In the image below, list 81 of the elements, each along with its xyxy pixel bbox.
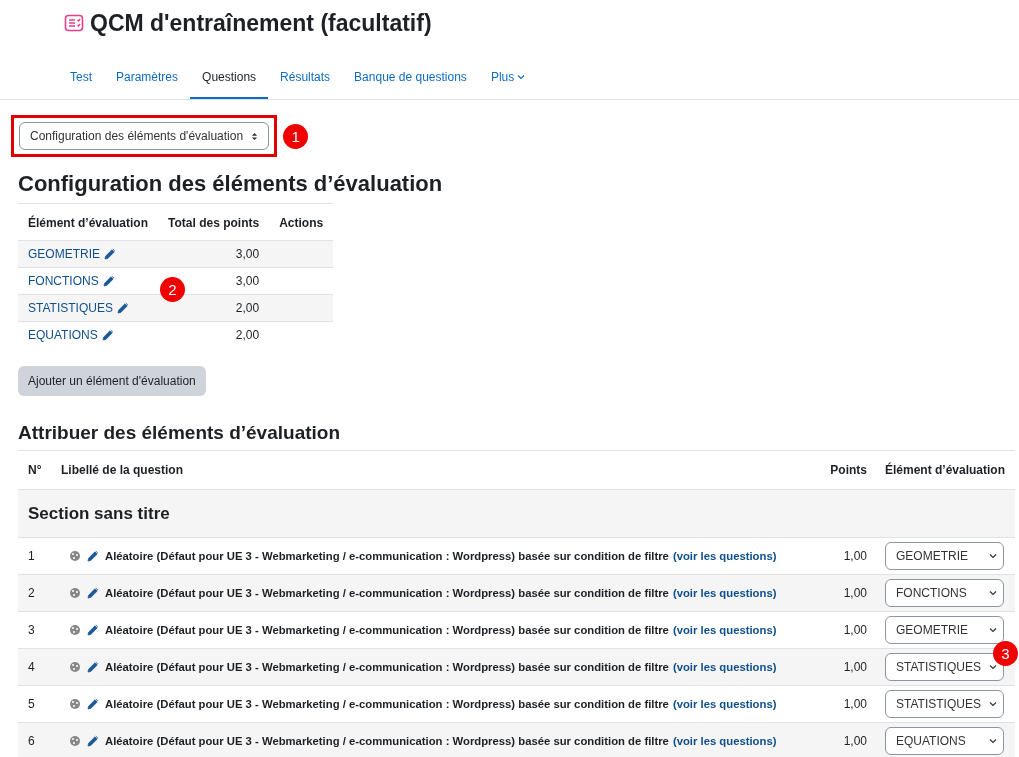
question-number: 2 [27,586,36,600]
points-cell-text: 1,00 [842,549,868,563]
section-heading: Configuration des éléments d’évaluation [18,171,444,197]
column-header: Élément d’évaluation [885,463,1007,477]
dice-icon [69,624,81,636]
question-text: Aléatoire (Défaut pour UE 3 - Webmarketing / e-communication : Wordpress) basée sur condition de filtre [105,587,669,599]
question-text: Aléatoire (Défaut pour UE 3 - Webmarketing / e-communication : Wordpress) basée sur condition de filtre [105,550,669,562]
caret-icon [517,74,526,80]
element-select[interactable]: GEOMETRIE [885,542,1004,570]
pencil-icon[interactable] [87,735,99,747]
question-number: 3 [27,623,36,637]
element-link[interactable]: FONCTIONS [28,274,99,288]
column-header: Libellé de la question [61,463,185,477]
question-text: Aléatoire (Défaut pour UE 3 - Webmarketing / e-communication : Wordpress) basée sur condition de filtre [105,698,669,710]
view-questions-link[interactable]: (voir les questions) [672,698,777,710]
callout-badge: 2 [160,277,185,302]
question-text: Aléatoire (Défaut pour UE 3 - Webmarketing / e-communication : Wordpress) basée sur condition de filtre [105,624,669,636]
dice-icon [69,550,81,562]
callout-badge: 1 [283,123,309,149]
column-header: Actions [269,203,334,241]
question-number: 6 [27,734,36,748]
element-select[interactable]: GEOMETRIE [885,616,1004,644]
dice-icon [69,587,81,599]
nav-tab[interactable]: Paramètres [104,60,191,99]
pencil-icon[interactable] [101,329,114,341]
view-questions-link[interactable]: (voir les questions) [672,661,777,673]
nav-tab[interactable]: Test [58,60,104,99]
chevron-icon [989,590,997,596]
question-text: Aléatoire (Défaut pour UE 3 - Webmarketing / e-communication : Wordpress) basée sur condition de filtre [105,661,669,673]
chevron-icon [989,701,997,707]
view-questions-link[interactable]: (voir les questions) [672,550,777,562]
points-cell: 2,00 [158,294,270,322]
nav-tab[interactable]: Plus [478,60,538,99]
column-header: N° [27,463,43,477]
column-header: Points [829,463,868,477]
view-questions-link[interactable]: (voir les questions) [672,735,777,747]
question-number: 4 [27,660,36,674]
question-number: 5 [27,697,36,711]
section-title: Section sans titre [28,503,170,524]
element-select[interactable]: FONCTIONS [885,579,1004,607]
dice-icon [69,661,81,673]
pencil-icon[interactable] [102,275,115,287]
pencil-icon[interactable] [87,587,99,599]
callout-badge: 3 [993,641,1018,666]
pencil-icon[interactable] [87,624,99,636]
points-cell: 3,00 [158,240,270,268]
nav-tab[interactable]: Banque de questions [342,60,479,99]
element-link[interactable]: EQUATIONS [28,328,98,342]
column-header: Élément d’évaluation [18,203,159,241]
element-select[interactable]: STATISTIQUES [885,690,1004,718]
question-text: Aléatoire (Défaut pour UE 3 - Webmarketing / e-communication : Wordpress) basée sur condition de filtre [105,735,669,747]
add-element-button[interactable]: Ajouter un élément d'évaluation [18,366,206,396]
points-cell-text: 1,00 [842,734,868,748]
chevron-icon [989,627,997,633]
chevron-icon [989,664,997,670]
view-questions-link[interactable]: (voir les questions) [672,624,777,636]
page-title: QCM d'entraînement (facultatif) [90,9,432,37]
chevron-icon [989,553,997,559]
pencil-icon[interactable] [116,302,129,314]
nav-tab[interactable]: Questions [190,60,269,99]
view-questions-link[interactable]: (voir les questions) [672,587,777,599]
points-cell-text: 1,00 [842,697,868,711]
pencil-icon[interactable] [87,698,99,710]
points-cell-text: 1,00 [842,623,868,637]
section-heading: Attribuer des éléments d’évaluation [18,422,342,444]
sort-icon [251,131,259,141]
chevron-icon [989,738,997,744]
quiz-icon [64,13,84,33]
view-select[interactable]: Configuration des éléments d'évaluation [19,122,270,150]
pencil-icon[interactable] [87,661,99,673]
points-cell-text: 1,00 [842,660,868,674]
question-number: 1 [27,549,36,563]
pencil-icon[interactable] [87,550,99,562]
points-cell: 2,00 [158,321,270,348]
nav-tab[interactable]: Résultats [268,60,343,99]
dice-icon [69,735,81,747]
pencil-icon[interactable] [104,248,116,260]
dice-icon [69,698,81,710]
column-header: Total des points [158,203,270,241]
element-select[interactable]: EQUATIONS [885,727,1004,755]
points-cell-text: 1,00 [842,586,868,600]
